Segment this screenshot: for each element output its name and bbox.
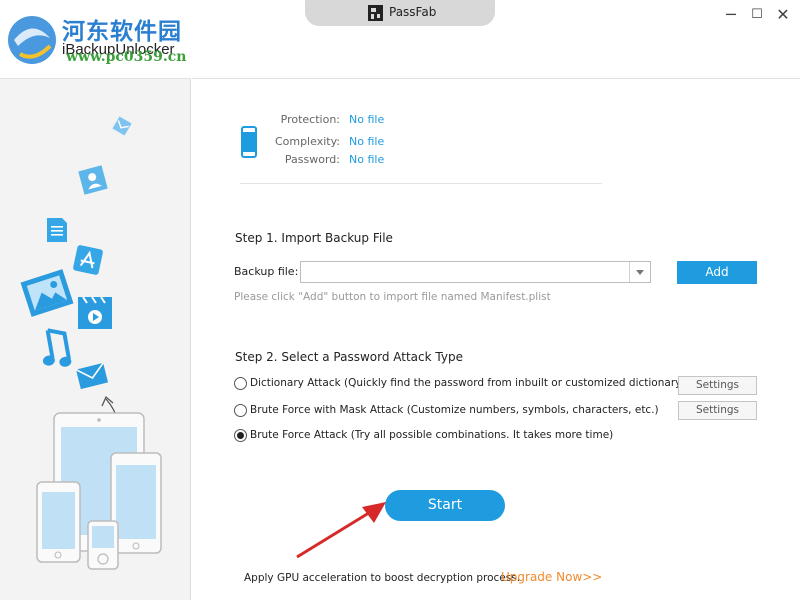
step2-title: Step 2. Select a Password Attack Type	[235, 350, 463, 364]
start-button[interactable]: Start	[385, 490, 505, 521]
minimize-button[interactable]: ─	[722, 6, 740, 24]
step1-title: Step 1. Import Backup File	[235, 231, 393, 245]
import-hint: Please click "Add" button to import file…	[234, 291, 551, 303]
add-button[interactable]: Add	[677, 261, 757, 284]
maximize-button[interactable]: ☐	[748, 6, 766, 24]
video-icon	[78, 296, 112, 329]
mask-attack-radio[interactable]	[234, 404, 247, 417]
dictionary-settings-button[interactable]: Settings	[678, 376, 757, 395]
watermark-logo-icon	[8, 16, 56, 64]
music-icon	[42, 328, 72, 367]
password-value: No file	[349, 153, 385, 166]
gpu-acceleration-text: Apply GPU acceleration to boost decrypti…	[244, 572, 521, 584]
protection-label: Protection:	[280, 113, 340, 126]
sidebar-illustration	[0, 78, 191, 600]
mail-icon	[75, 362, 109, 390]
protection-value: No file	[349, 113, 385, 126]
contact-icon	[78, 165, 108, 195]
app-store-icon	[73, 245, 103, 275]
sidebar-art	[20, 116, 162, 570]
main-panel: Protection: No file Complexity: No file …	[192, 78, 800, 600]
backup-file-select[interactable]	[300, 261, 651, 283]
title-bar: PassFab 河东软件园 iBackupUnlocker www.pc0359…	[0, 0, 800, 65]
brand-name: PassFab	[389, 5, 437, 19]
email-icon	[112, 116, 132, 136]
dictionary-attack-label: Dictionary Attack (Quickly find the pass…	[250, 377, 688, 389]
complexity-label: Complexity:	[274, 135, 340, 148]
upgrade-now-link[interactable]: Upgrade Now>>	[501, 570, 602, 584]
close-button[interactable]: ✕	[774, 6, 792, 24]
devices-illustration	[36, 412, 162, 570]
title-tab: PassFab	[305, 0, 495, 26]
info-divider	[240, 183, 602, 184]
mask-attack-label: Brute Force with Mask Attack (Customize …	[250, 404, 659, 416]
complexity-value: No file	[349, 135, 385, 148]
password-label: Password:	[284, 153, 340, 166]
watermark-url: www.pc0359.cn	[66, 49, 187, 65]
document-icon	[47, 218, 67, 242]
backup-file-label: Backup file:	[234, 265, 299, 278]
red-arrow-annotation	[296, 502, 386, 559]
dictionary-attack-radio[interactable]	[234, 377, 247, 390]
photo-icon	[20, 269, 74, 317]
brute-force-label: Brute Force Attack (Try all possible com…	[250, 429, 614, 441]
passfab-logo-icon	[368, 5, 383, 21]
mask-settings-button[interactable]: Settings	[678, 401, 757, 420]
chevron-down-icon[interactable]	[629, 262, 650, 282]
brute-force-radio[interactable]	[234, 429, 247, 442]
